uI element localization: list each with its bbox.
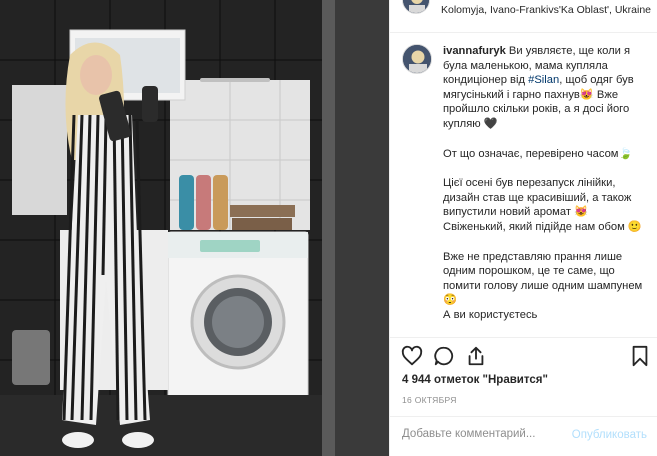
divider	[390, 32, 657, 33]
caption-section: ivannafuryk Ви уявляєте, ще коли я була …	[390, 38, 657, 338]
username-link[interactable]: ivannafuryk	[443, 45, 506, 57]
bathroom-photo	[0, 0, 389, 456]
comment-input[interactable]	[402, 428, 562, 440]
divider	[390, 416, 657, 417]
caption-avatar[interactable]	[402, 44, 432, 74]
location-link[interactable]: Kolomyja, Ivano-Frankivs'Ka Oblast', Ukr…	[441, 4, 651, 16]
caption-paragraph: ivannafuryk Ви уявляєте, ще коли я була …	[443, 44, 653, 132]
caption-text: ivannafuryk Ви уявляєте, ще коли я була …	[443, 44, 653, 323]
header-avatar[interactable]	[402, 0, 430, 14]
likes-count[interactable]: 4 944 отметок "Нравится"	[402, 374, 548, 386]
share-icon[interactable]	[464, 344, 488, 368]
action-bar	[390, 344, 657, 370]
comment-bubble-icon[interactable]	[432, 344, 456, 368]
post-sidebar: Kolomyja, Ivano-Frankivs'Ka Oblast', Ukr…	[389, 0, 657, 456]
post-photo[interactable]	[0, 0, 389, 456]
post-date: 16 октября	[402, 395, 457, 405]
bookmark-icon[interactable]	[628, 344, 652, 368]
caption-paragraph: А ви користуєтесь	[443, 308, 538, 321]
hashtag-link[interactable]: #Silan	[528, 74, 559, 86]
divider	[390, 337, 657, 338]
caption-paragraph: Вже не представляю прання лише одним пор…	[443, 250, 643, 307]
caption-paragraph: Цієї осені був перезапуск лінійки, дизай…	[443, 177, 642, 233]
caption-paragraph: От що означає, перевірено часом🍃	[443, 147, 633, 160]
publish-button[interactable]: Опубликовать	[572, 429, 647, 441]
heart-icon[interactable]	[400, 344, 424, 368]
